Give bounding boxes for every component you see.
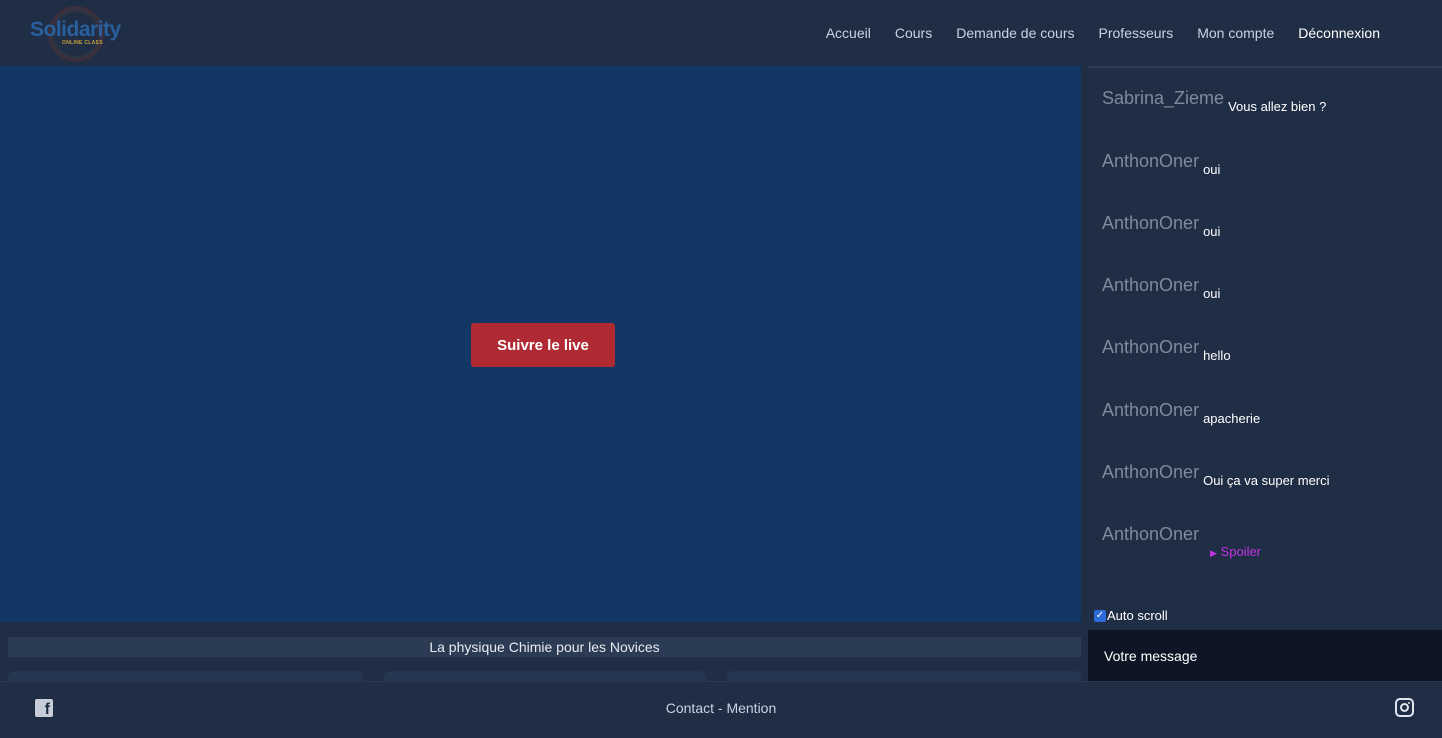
chat-message: AnthonOner hello — [1102, 337, 1231, 363]
spoiler-toggle[interactable]: ▶ Spoiler — [1210, 544, 1261, 559]
chat-username: AnthonOner — [1102, 213, 1200, 233]
course-section: La physique Chimie pour les Novices — [0, 622, 1088, 685]
chat-text: oui — [1203, 224, 1221, 239]
chat-text: oui — [1203, 286, 1221, 301]
main-nav: Accueil Cours Demande de cours Professeu… — [814, 0, 1392, 66]
chat-text: oui — [1203, 162, 1221, 177]
chat-username: AnthonOner — [1102, 337, 1200, 357]
logo[interactable]: Solidarity ONLINE CLASS — [28, 4, 121, 62]
nav-demande-de-cours[interactable]: Demande de cours — [944, 25, 1086, 41]
chat-message-input[interactable] — [1088, 630, 1442, 682]
instagram-icon[interactable] — [1395, 698, 1414, 717]
chat-username: AnthonOner — [1102, 400, 1200, 420]
chat-message: AnthonOner apacherie — [1102, 400, 1260, 426]
chat-message: AnthonOner — [1102, 524, 1199, 545]
follow-live-button[interactable]: Suivre le live — [471, 323, 615, 367]
chat-username: AnthonOner — [1102, 462, 1200, 482]
logo-tagline: ONLINE CLASS — [62, 40, 103, 46]
chat-message: AnthonOner oui — [1102, 151, 1220, 177]
footer: f Contact - Mention — [0, 681, 1442, 738]
nav-accueil[interactable]: Accueil — [814, 25, 883, 41]
chat-text: apacherie — [1203, 411, 1261, 426]
autoscroll-toggle[interactable]: ✓ Auto scroll — [1094, 608, 1168, 623]
chat-username: AnthonOner — [1102, 151, 1200, 171]
autoscroll-checkbox[interactable]: ✓ — [1094, 609, 1106, 622]
chat-message: AnthonOner Oui ça va super merci — [1102, 462, 1330, 488]
video-player[interactable]: Suivre le live — [0, 66, 1081, 622]
chat-username: AnthonOner — [1102, 524, 1200, 544]
chat-text: Vous allez bien ? — [1228, 99, 1327, 114]
course-title: La physique Chimie pour les Novices — [8, 637, 1081, 657]
nav-cours[interactable]: Cours — [883, 25, 944, 41]
chat-message: Sabrina_Zieme Vous allez bien ? — [1102, 88, 1326, 114]
nav-deconnexion[interactable]: Déconnexion — [1286, 25, 1392, 41]
header: Solidarity ONLINE CLASS Accueil Cours De… — [0, 0, 1442, 66]
chat-username: Sabrina_Zieme — [1102, 88, 1225, 108]
chat-text: hello — [1203, 348, 1231, 363]
caret-right-icon: ▶ — [1210, 548, 1217, 558]
chat-text: Oui ça va super merci — [1203, 473, 1330, 488]
chat-message: AnthonOner oui — [1102, 213, 1220, 239]
nav-mon-compte[interactable]: Mon compte — [1185, 25, 1286, 41]
spoiler-label: Spoiler — [1220, 544, 1262, 559]
logo-wordmark: Solidarity — [30, 18, 121, 41]
autoscroll-label: Auto scroll — [1107, 608, 1168, 623]
chat-panel: Sabrina_Zieme Vous allez bien ? AnthonOne… — [1088, 66, 1442, 630]
chat-message: AnthonOner oui — [1102, 275, 1220, 301]
chat-username: AnthonOner — [1102, 275, 1200, 295]
footer-links[interactable]: Contact - Mention — [0, 700, 1442, 716]
nav-professeurs[interactable]: Professeurs — [1087, 25, 1186, 41]
